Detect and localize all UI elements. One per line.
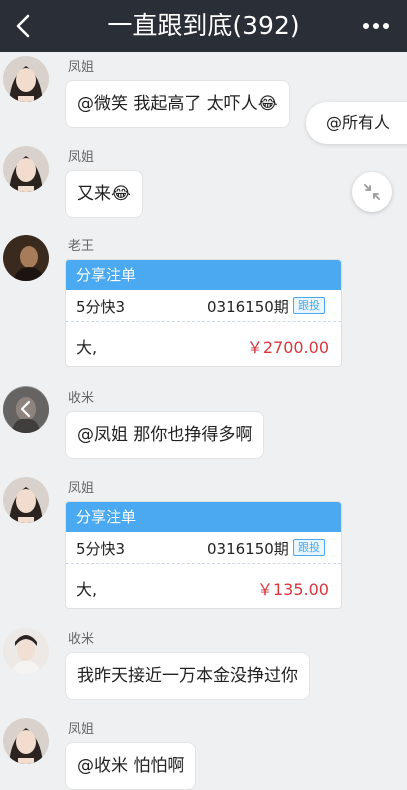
at-all-button[interactable]: @所有人 bbox=[306, 102, 407, 144]
avatar[interactable] bbox=[3, 477, 49, 523]
message-bubble[interactable]: 又来😂 bbox=[65, 170, 143, 218]
bet-amount: ￥2700.00 bbox=[246, 338, 329, 357]
issue-number: 0316150期 bbox=[207, 298, 289, 316]
bet-share-card[interactable]: 分享注单 5分快3 0316150期 跟投 大, ￥2700.00 bbox=[65, 259, 342, 367]
message-bubble[interactable]: @凤姐 那你也挣得多啊 bbox=[65, 411, 265, 459]
avatar[interactable] bbox=[3, 628, 49, 674]
sender-name: 凤姐 bbox=[68, 150, 95, 165]
sender-name: 老王 bbox=[68, 239, 95, 254]
card-detail-row: 5分快3 0316150期 跟投 bbox=[66, 290, 341, 322]
avatar[interactable] bbox=[3, 235, 49, 281]
chat-header: 一直跟到底(392) bbox=[0, 0, 407, 52]
card-amount-row: 大, ￥2700.00 bbox=[66, 322, 341, 366]
card-detail-row: 5分快3 0316150期 跟投 bbox=[66, 532, 341, 564]
message-bubble[interactable]: 我昨天接近一万本金没挣过你 bbox=[65, 652, 310, 700]
follow-bet-button[interactable]: 跟投 bbox=[293, 539, 325, 556]
avatar[interactable] bbox=[3, 146, 49, 192]
side-back-icon[interactable] bbox=[3, 386, 49, 432]
issue-number: 0316150期 bbox=[207, 540, 289, 558]
avatar[interactable] bbox=[3, 718, 49, 764]
collapse-icon[interactable] bbox=[352, 172, 392, 212]
bet-pick: 大, bbox=[76, 580, 98, 599]
sender-name: 凤姐 bbox=[68, 60, 95, 75]
chat-title: 一直跟到底(392) bbox=[107, 11, 300, 40]
game-name: 5分快3 bbox=[76, 540, 126, 558]
game-name: 5分快3 bbox=[76, 298, 126, 316]
bet-amount: ￥135.00 bbox=[257, 580, 329, 599]
sender-name: 凤姐 bbox=[68, 481, 95, 496]
message-bubble[interactable]: @微笑 我起高了 太吓人😂 bbox=[65, 80, 290, 128]
follow-bet-button[interactable]: 跟投 bbox=[293, 297, 325, 314]
avatar[interactable] bbox=[3, 56, 49, 102]
card-header: 分享注单 bbox=[66, 260, 341, 290]
sender-name: 凤姐 bbox=[68, 722, 95, 737]
message-bubble[interactable]: @收米 怕怕啊 bbox=[65, 742, 197, 790]
card-amount-row: 大, ￥135.00 bbox=[66, 564, 341, 608]
bet-pick: 大, bbox=[76, 338, 98, 357]
more-options-icon[interactable] bbox=[359, 8, 393, 44]
sender-name: 收米 bbox=[68, 391, 95, 406]
sender-name: 收米 bbox=[68, 632, 95, 647]
card-header: 分享注单 bbox=[66, 502, 341, 532]
bet-share-card[interactable]: 分享注单 5分快3 0316150期 跟投 大, ￥135.00 bbox=[65, 501, 342, 609]
